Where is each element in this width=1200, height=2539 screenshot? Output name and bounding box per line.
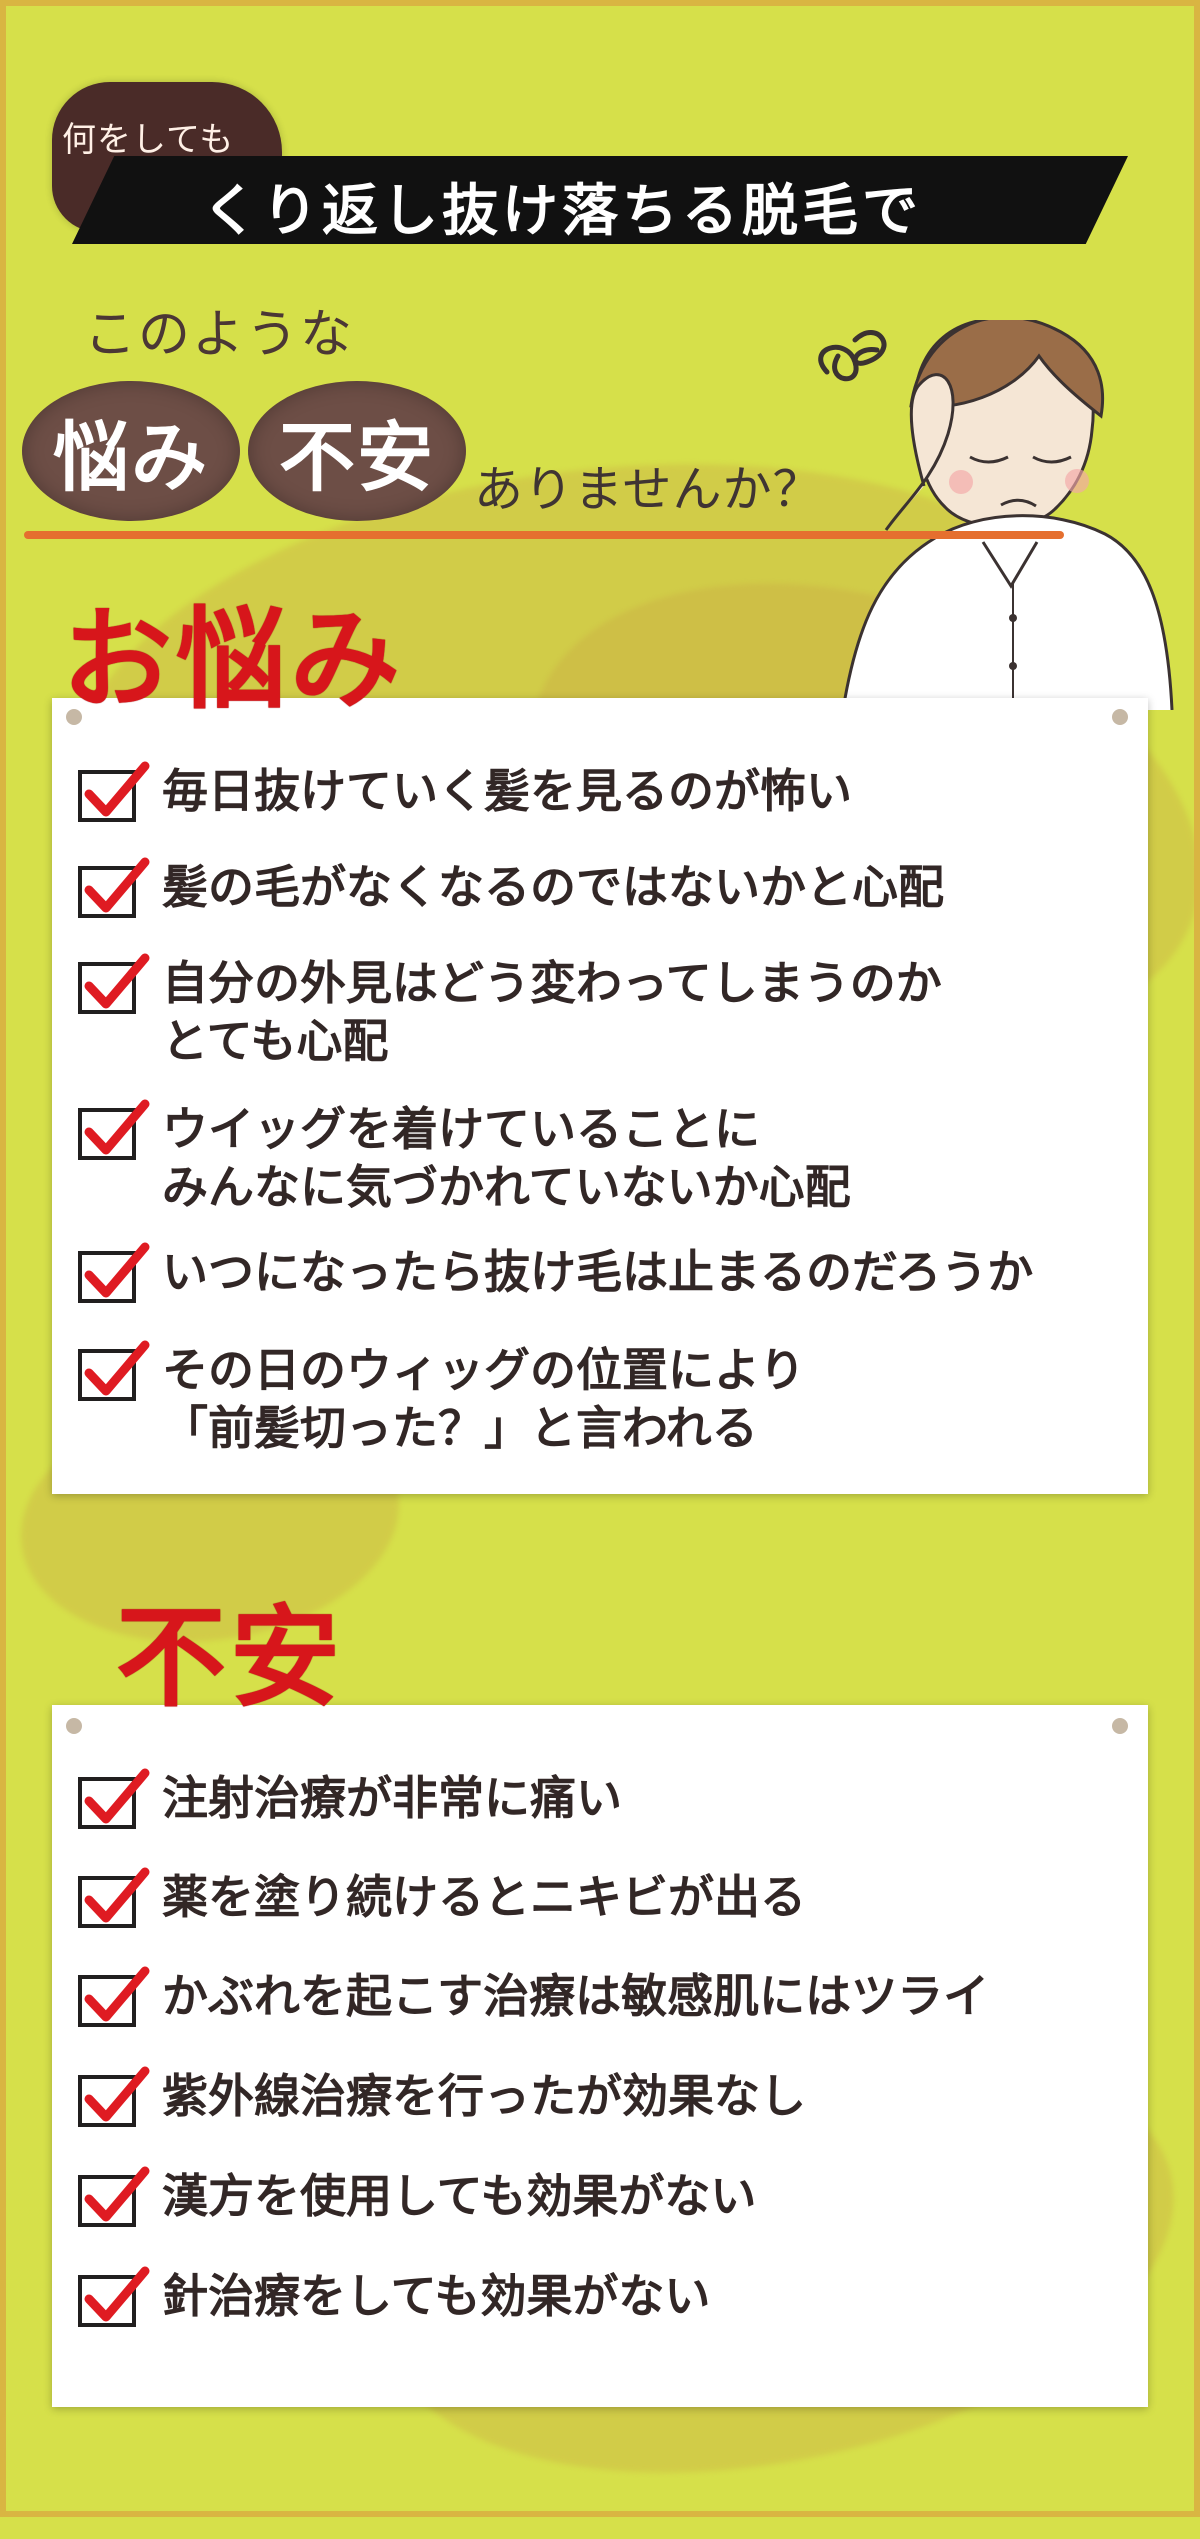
red-check-icon (84, 857, 150, 913)
red-check-icon (84, 1966, 150, 2022)
worries-section-title: お悩み (62, 595, 404, 724)
anxiety-circle-word: 不安 (279, 413, 435, 502)
small-tag-text: 何をしても (62, 120, 235, 160)
worried-man-illustration (818, 320, 1174, 710)
red-check-icon (84, 2166, 150, 2222)
red-check-icon (84, 1340, 150, 1396)
worry-item-text: ウイッグを着けていることに みんなに気づかれていないか心配 (162, 1102, 851, 1214)
panel-pin (66, 1718, 82, 1734)
anxiety-item-text: 薬を塗り続けるとニキビが出る (162, 1870, 806, 1924)
red-check-icon (84, 953, 150, 1009)
worry-item-text: その日のウィッグの位置により 「前髪切った？」と言われる (162, 1343, 806, 1455)
anxiety-circle-badge: 不安 (248, 381, 466, 521)
red-check-icon (84, 1099, 150, 1155)
headline-banner-text: くり返し抜け落ちる脱毛で (202, 178, 922, 244)
worry-item-text: いつになったら抜け毛は止まるのだろうか (162, 1245, 1034, 1299)
orange-underline (24, 531, 1064, 539)
red-check-icon (84, 2266, 150, 2322)
anxiety-item-text: 漢方を使用しても効果がない (162, 2169, 757, 2223)
worry-circle-badge: 悩み (22, 381, 240, 521)
anxiety-item-text: 注射治療が非常に痛い (162, 1771, 622, 1825)
anxiety-item-text: かぶれを起こす治療は敏感肌にはツライ (162, 1969, 990, 2023)
red-check-icon (84, 761, 150, 817)
panel-pin (1112, 709, 1128, 725)
red-check-icon (84, 1867, 150, 1923)
panel-pin (66, 709, 82, 725)
worry-circle-word: 悩み (53, 413, 209, 502)
intro-text: このような (84, 305, 355, 365)
question-text: ありませんか？ (474, 461, 823, 518)
red-check-icon (84, 1768, 150, 1824)
panel-pin (1112, 1718, 1128, 1734)
worry-item-text: 毎日抜けていく髪を見るのが怖い (162, 764, 852, 818)
red-check-icon (84, 1242, 150, 1298)
anxiety-item-text: 針治療をしても効果がない (162, 2269, 711, 2323)
worry-item-text: 髪の毛がなくなるのではないかと心配 (162, 860, 944, 914)
worry-item-text: 自分の外見はどう変わってしまうのか とても心配 (162, 956, 942, 1068)
anxieties-section-title: 不安 (116, 1593, 344, 1722)
red-check-icon (84, 2066, 150, 2122)
anxiety-item-text: 紫外線治療を行ったが効果なし (162, 2069, 806, 2123)
